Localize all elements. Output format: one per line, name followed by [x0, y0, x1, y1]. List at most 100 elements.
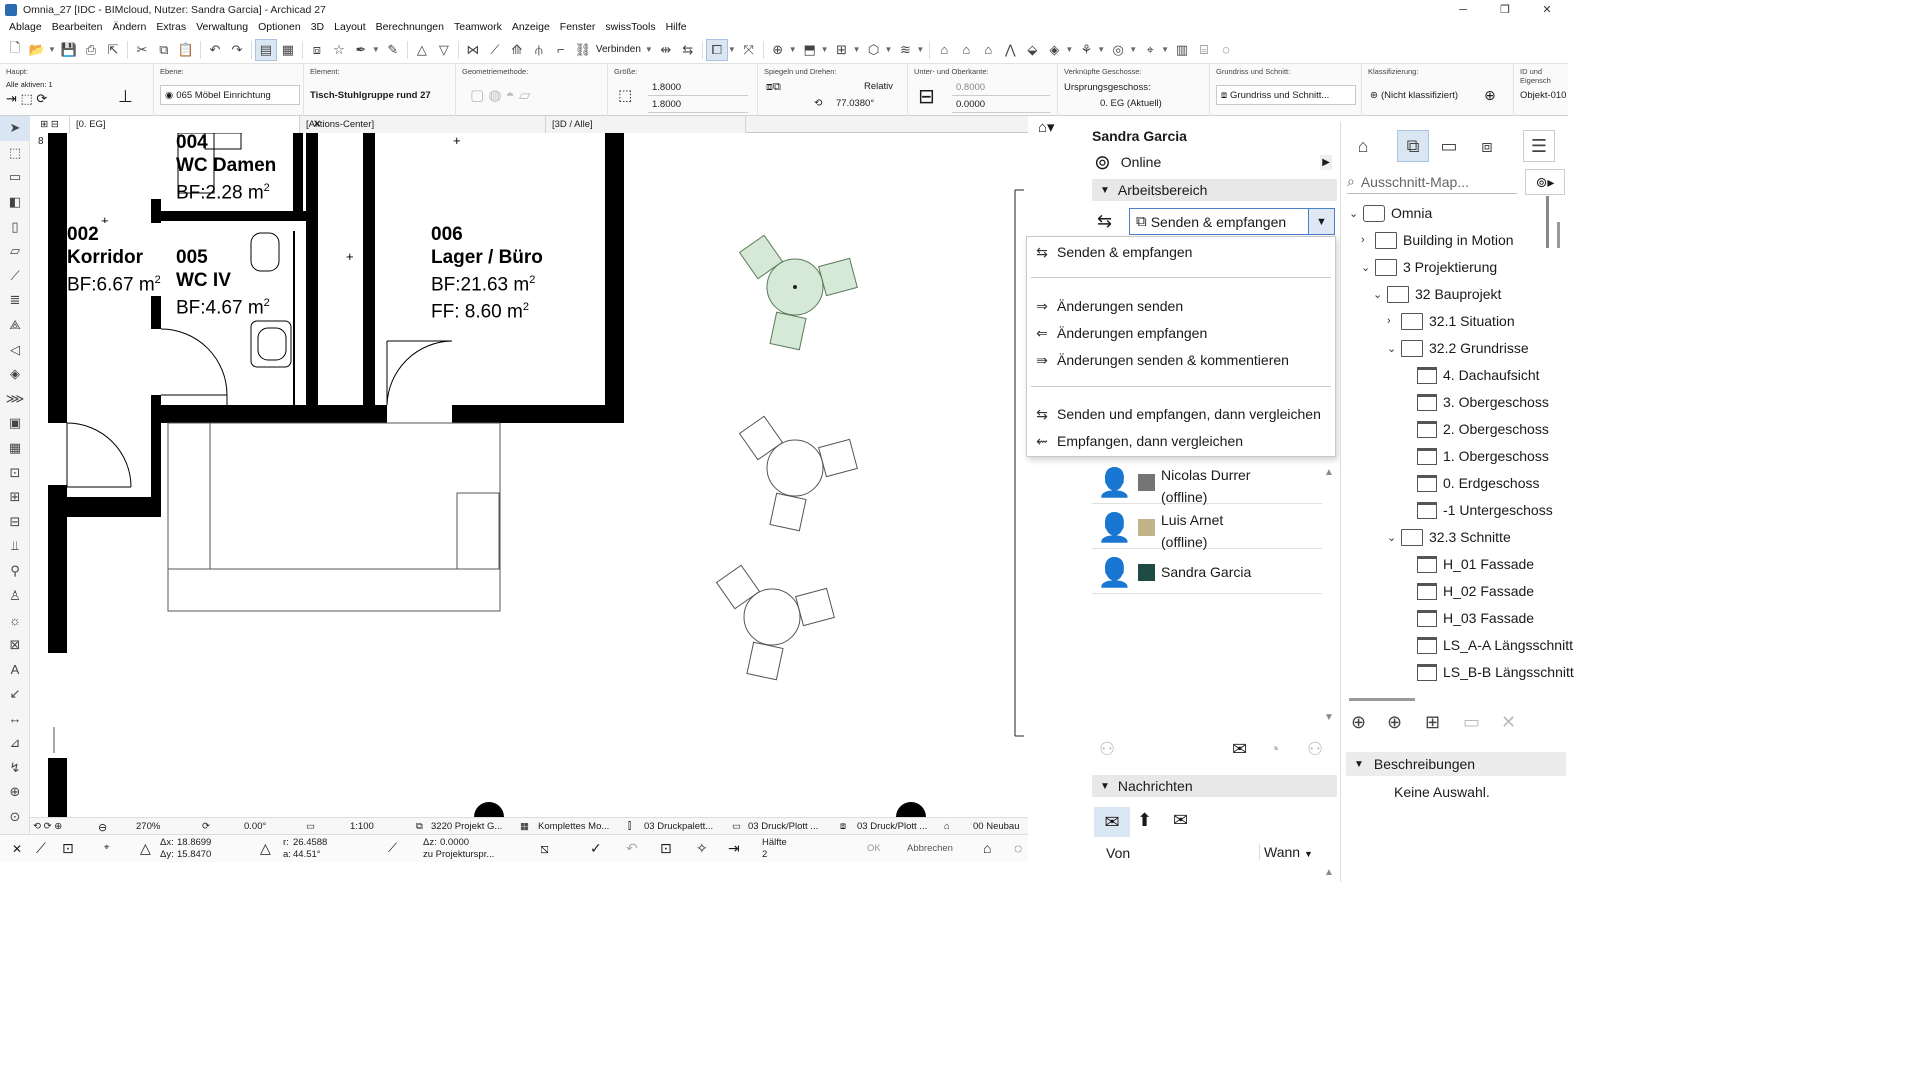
floor-plan-section-button[interactable]: ⧈ Grundriss und Schnitt...: [1216, 85, 1356, 105]
room-006-stamp[interactable]: 006 Lager / Büro BF:21.63 m2 FF: 8.60 m2: [431, 223, 543, 324]
mesh-tool-icon[interactable]: ⋙: [0, 387, 30, 412]
menu-hilfe[interactable]: Hilfe: [661, 21, 692, 33]
geometry-method-icons[interactable]: ▢ ◍ ◓ ▱: [470, 86, 530, 104]
suspend-groups-icon[interactable]: ⤧: [738, 39, 760, 61]
marquee-tool-icon[interactable]: ⬚: [0, 141, 30, 166]
geometry-icon[interactable]: ⊡: [62, 840, 74, 857]
menu-item-send-receive[interactable]: ⇆ Senden & empfangen: [1031, 240, 1192, 264]
roof-icon[interactable]: ⋀: [999, 39, 1021, 61]
chevron-down-icon[interactable]: ▼: [1308, 209, 1334, 234]
connect-label[interactable]: Verbinden: [596, 44, 641, 55]
menu-berechnungen[interactable]: Berechnungen: [371, 21, 449, 33]
light-tool-icon[interactable]: ☼: [0, 608, 30, 633]
tree-node[interactable]: › 32.1 Situation: [1387, 309, 1515, 333]
close-tab-icon[interactable]: ✕: [313, 119, 321, 130]
menu-item-receive-compare[interactable]: ⇜ Empfangen, dann vergleichen: [1031, 429, 1243, 453]
mirror-icon[interactable]: ⧈⧉: [766, 81, 781, 94]
maximize-icon[interactable]: ❐: [1484, 0, 1526, 19]
send-receive-combo[interactable]: ⧉ Senden & empfangen ▼: [1129, 208, 1335, 235]
chevron-down-icon[interactable]: ▼: [885, 45, 893, 54]
adjust-icon[interactable]: ⟰: [506, 39, 528, 61]
menu-item-receive-changes[interactable]: ⇐ Änderungen empfangen: [1031, 321, 1207, 345]
tab-action-center[interactable]: [Aktions-Center]: [300, 115, 546, 133]
column-when[interactable]: Wann: [1259, 844, 1300, 860]
group-icon[interactable]: ⧠: [705, 38, 728, 61]
renovation-icon[interactable]: ⚘: [1075, 39, 1097, 61]
connect-icon[interactable]: ⛓: [572, 39, 594, 61]
tree-node[interactable]: LS_B-B Längsschnitt: [1417, 660, 1574, 684]
grid-icon[interactable]: ▦: [277, 39, 299, 61]
member-row[interactable]: 👤 Nicolas Durrer (offline): [1092, 460, 1322, 505]
haelfte-label[interactable]: Hälfte: [762, 837, 787, 848]
menu-swisstools[interactable]: swissTools: [600, 21, 660, 33]
inject-icon[interactable]: ✎: [382, 39, 404, 61]
menu-extras[interactable]: Extras: [151, 21, 191, 33]
druck2-value[interactable]: 03 Druck/Plott ...: [748, 821, 818, 832]
menu-optionen[interactable]: Optionen: [253, 21, 306, 33]
half-snap-icon[interactable]: ⇥: [728, 840, 740, 857]
favorite-icon[interactable]: ☆: [328, 39, 350, 61]
align-icon[interactable]: ⇹: [655, 39, 677, 61]
navigator-scrollbar[interactable]: [1546, 196, 1549, 248]
menu-3d[interactable]: 3D: [306, 21, 329, 33]
unter-field[interactable]: 0.8000: [952, 79, 1050, 96]
scroll-up-icon[interactable]: ▲: [1324, 867, 1334, 878]
chevron-down-icon[interactable]: ▼: [645, 45, 653, 54]
intersect-icon[interactable]: ⫛: [528, 39, 550, 61]
messages-header[interactable]: ▼ Nachrichten: [1092, 775, 1337, 797]
publish-icon[interactable]: ⇱: [102, 39, 124, 61]
horizontal-scrollbar-thumb[interactable]: [1349, 698, 1415, 701]
snap-icon[interactable]: ⊕: [767, 39, 789, 61]
house-icon[interactable]: ⌂: [955, 39, 977, 61]
neubau-value[interactable]: 00 Neubau: [973, 821, 1019, 832]
new-folder-icon[interactable]: ⊞: [1425, 712, 1440, 733]
chevron-down-icon[interactable]: ▼: [372, 45, 380, 54]
incoming-icon[interactable]: ⬆: [1137, 810, 1152, 831]
lamp-tool-icon[interactable]: ⚲: [0, 559, 30, 584]
skylight-tool-icon[interactable]: ⊞: [0, 485, 30, 510]
view-filter-icon[interactable]: ⊚▸: [1525, 169, 1565, 195]
object-tool-icon[interactable]: ⊟: [0, 510, 30, 535]
haelfte-number[interactable]: 2: [762, 849, 767, 860]
chevron-down-icon[interactable]: ▼: [1161, 45, 1169, 54]
outbox-icon[interactable]: ✉: [1173, 810, 1188, 831]
fillet-icon[interactable]: ⌐: [550, 39, 572, 61]
minimize-icon[interactable]: ─: [1442, 0, 1484, 19]
magic-wand-icon[interactable]: ✧: [696, 840, 708, 857]
properties-icon[interactable]: ▭: [1463, 712, 1480, 733]
chevron-down-icon[interactable]: ▼: [916, 45, 924, 54]
layout-book-icon[interactable]: ▭: [1433, 130, 1465, 162]
chevron-down-icon[interactable]: ▼: [821, 45, 829, 54]
send-receive-icon[interactable]: ⇆: [1097, 211, 1112, 232]
chevron-down-icon[interactable]: ⌄: [1387, 342, 1401, 355]
shell-tool-icon[interactable]: ◁: [0, 337, 30, 362]
label-tool-icon[interactable]: ↙: [0, 682, 30, 707]
slab-tool-icon[interactable]: ▱: [0, 239, 30, 264]
menu-item-send-changes[interactable]: ⇒ Änderungen senden: [1031, 294, 1183, 318]
dx-value[interactable]: 18.8699: [177, 837, 211, 848]
zoom-value[interactable]: 270%: [136, 821, 160, 832]
reference-value[interactable]: zu Projekturspr...: [423, 849, 494, 860]
tree-node[interactable]: -1 Untergeschoss: [1417, 498, 1553, 522]
chevron-down-icon[interactable]: ▼: [728, 45, 736, 54]
display-order-icon[interactable]: ⬒: [799, 39, 821, 61]
chevron-right-icon[interactable]: ›: [1387, 315, 1401, 327]
column-tool-icon[interactable]: ▯: [0, 214, 30, 239]
chevron-down-icon[interactable]: ⌄: [1387, 531, 1401, 544]
renovation-filter-icon[interactable]: ⌂▾: [1038, 118, 1055, 136]
request-icon[interactable]: ⚇: [1099, 739, 1115, 760]
tree-node[interactable]: 4. Dachaufsicht: [1417, 363, 1540, 387]
menu-teamwork[interactable]: Teamwork: [449, 21, 507, 33]
size-b-field[interactable]: 1.8000: [648, 96, 748, 113]
tree-node[interactable]: ⌄ Omnia: [1349, 201, 1432, 225]
member-row[interactable]: 👤 Sandra Garcia: [1092, 550, 1322, 594]
chevron-down-icon[interactable]: ⌄: [1349, 207, 1363, 220]
tree-node[interactable]: 0. Erdgeschoss: [1417, 471, 1540, 495]
classification-button[interactable]: ⊛ (Nicht klassifiziert): [1366, 85, 1476, 105]
menu-fenster[interactable]: Fenster: [555, 21, 601, 33]
chevron-down-icon[interactable]: ▼: [48, 45, 56, 54]
layer-select[interactable]: ◉ 065 Möbel Einrichtung: [160, 85, 300, 105]
publisher-sets-icon[interactable]: ⧈: [1471, 130, 1503, 162]
sort-down-icon[interactable]: ▼: [1304, 849, 1313, 859]
chevron-down-icon[interactable]: ▼: [853, 45, 861, 54]
